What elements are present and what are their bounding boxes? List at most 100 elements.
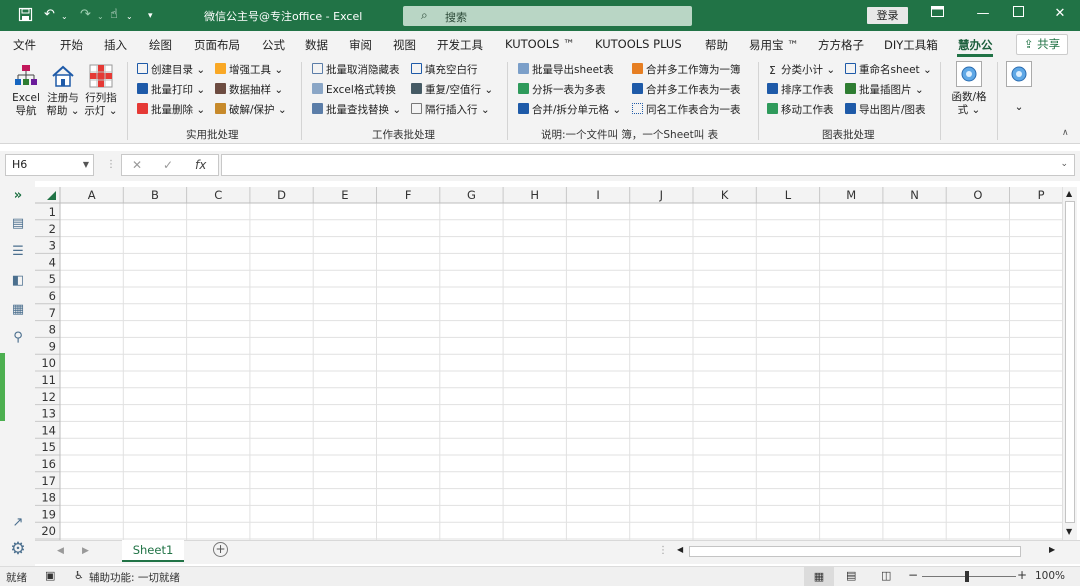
add-sheet-button[interactable]: + xyxy=(213,542,228,557)
tab-fangfang[interactable]: 方方格子 xyxy=(818,37,864,53)
column-header-H[interactable]: H xyxy=(530,188,539,202)
login-button[interactable]: 登录 xyxy=(867,7,908,24)
tab-insert[interactable]: 插入 xyxy=(104,37,127,53)
row-header-3[interactable]: 3 xyxy=(49,239,56,253)
enhance-tools-button[interactable]: 增强工具 ⌄ xyxy=(215,63,283,77)
row-header-18[interactable]: 18 xyxy=(41,491,56,505)
row-header-15[interactable]: 15 xyxy=(41,440,56,454)
share-button[interactable]: ⇪ 共享 xyxy=(1016,34,1068,55)
column-header-L[interactable]: L xyxy=(785,188,792,202)
zoom-out-icon[interactable]: − xyxy=(908,568,918,582)
formula-input[interactable]: ⌄ xyxy=(221,154,1075,176)
keyboard-icon[interactable]: ▤ xyxy=(10,217,26,231)
scroll-up-icon[interactable]: ▲ xyxy=(1066,189,1072,198)
search-box[interactable]: ⌕ 搜索 xyxy=(403,6,692,26)
find-people-icon[interactable]: ⚲ xyxy=(10,331,26,345)
row-header-12[interactable]: 12 xyxy=(41,390,56,404)
tab-formulas[interactable]: 公式 xyxy=(262,37,285,53)
table-icon[interactable]: ▦ xyxy=(10,303,26,317)
worksheet-grid[interactable]: A B C D E F G H I J K L M N O P 1 2 3 4 5 6 7 8 9 10 11 12 13 14 15 16 1… xyxy=(35,187,1062,540)
column-header-I[interactable]: I xyxy=(596,188,599,202)
touch-mode-icon[interactable]: ☝ xyxy=(110,7,118,23)
merge-split-cells-button[interactable]: 合并/拆分单元格 ⌄ xyxy=(518,103,621,117)
column-header-J[interactable]: J xyxy=(659,188,663,202)
tab-help[interactable]: 帮助 xyxy=(705,37,728,53)
tab-kutools[interactable]: KUTOOLS ™ xyxy=(505,37,575,51)
eraser-icon[interactable]: ◧ xyxy=(10,274,26,288)
row-header-2[interactable]: 2 xyxy=(49,222,56,236)
insert-images-button[interactable]: 批量插图片 ⌄ xyxy=(845,83,924,97)
row-header-10[interactable]: 10 xyxy=(41,356,56,370)
horizontal-scroll-thumb[interactable] xyxy=(689,546,1021,557)
undo-icon[interactable]: ↶ xyxy=(44,7,55,23)
export-sheets-button[interactable]: 批量导出sheet表 xyxy=(518,63,614,77)
split-table-button[interactable]: 分拆一表为多表 xyxy=(518,83,606,97)
row-header-17[interactable]: 17 xyxy=(41,474,56,488)
ribbon-display-icon[interactable] xyxy=(927,6,947,21)
cell-grid[interactable]: A B C D E F G H I J K L M N O P123456789101112131415161… xyxy=(35,187,1062,540)
move-sheets-button[interactable]: 移动工作表 xyxy=(767,103,834,117)
horizontal-scrollbar[interactable]: ◀ ▶ xyxy=(675,545,1062,558)
zoom-slider[interactable] xyxy=(922,576,1016,577)
tab-view[interactable]: 视图 xyxy=(393,37,416,53)
scroll-down-icon[interactable]: ▼ xyxy=(1066,527,1072,536)
scroll-right-icon[interactable]: ▶ xyxy=(1049,545,1055,554)
column-header-M[interactable]: M xyxy=(846,188,856,202)
column-header-B[interactable]: B xyxy=(151,188,159,202)
redo-icon[interactable]: ↷ xyxy=(80,7,91,23)
data-sample-button[interactable]: 数据抽样 ⌄ xyxy=(215,83,283,97)
name-box[interactable]: H6 ▼ xyxy=(5,154,94,176)
undo-dropdown-icon[interactable]: ⌄ xyxy=(61,9,68,25)
vertical-scrollbar[interactable]: ▲ ▼ xyxy=(1062,187,1077,540)
row-header-6[interactable]: 6 xyxy=(49,289,56,303)
zoom-level[interactable]: 100% xyxy=(1035,570,1065,582)
close-icon[interactable]: ✕ xyxy=(1050,6,1070,21)
register-help-button[interactable]: 注册与 帮助 ⌄ xyxy=(44,64,82,118)
row-header-14[interactable]: 14 xyxy=(41,423,56,437)
row-col-light-button[interactable]: 行列指 示灯 ⌄ xyxy=(82,64,120,118)
expand-formula-icon[interactable]: ⌄ xyxy=(1060,159,1068,169)
rename-sheet-button[interactable]: 重命名sheet ⌄ xyxy=(845,63,932,77)
fill-blank-rows-button[interactable]: 填充空白行 xyxy=(411,63,478,77)
column-header-F[interactable]: F xyxy=(405,188,412,202)
customize-qat-icon[interactable]: ▾ xyxy=(148,8,153,24)
column-header-G[interactable]: G xyxy=(467,188,476,202)
tab-page-layout[interactable]: 页面布局 xyxy=(194,37,240,53)
collapse-ribbon-icon[interactable]: ∧ xyxy=(1062,128,1069,138)
tab-huibangong[interactable]: 慧办公 xyxy=(958,37,993,53)
accessibility-icon[interactable]: ♿ xyxy=(74,569,84,582)
external-link-icon[interactable]: ↗ xyxy=(10,516,26,530)
row-header-13[interactable]: 13 xyxy=(41,407,56,421)
interleave-rows-button[interactable]: 隔行插入行 ⌄ xyxy=(411,103,490,117)
column-header-A[interactable]: A xyxy=(88,188,96,202)
column-header-E[interactable]: E xyxy=(341,188,348,202)
tab-yiyongbao[interactable]: 易用宝 ™ xyxy=(749,37,799,53)
tab-developer[interactable]: 开发工具 xyxy=(437,37,483,53)
accessibility-status[interactable]: 辅助功能: 一切就绪 xyxy=(89,570,180,585)
enter-icon[interactable]: ✓ xyxy=(163,158,173,172)
column-header-K[interactable]: K xyxy=(721,188,729,202)
merge-workbooks-button[interactable]: 合并多工作簿为一簿 xyxy=(632,63,741,77)
page-break-view-icon[interactable]: ◫ xyxy=(881,569,891,582)
save-icon[interactable] xyxy=(18,7,33,27)
sort-sheets-button[interactable]: 排序工作表 xyxy=(767,83,834,97)
excel-nav-button[interactable]: Excel 导航 xyxy=(8,64,44,118)
crack-protect-button[interactable]: 破解/保护 ⌄ xyxy=(215,103,287,117)
tab-diy-toolbox[interactable]: DIY工具箱 xyxy=(884,37,938,53)
tab-split-grip[interactable]: ⋮ xyxy=(658,545,668,556)
column-header-D[interactable]: D xyxy=(277,188,286,202)
normal-view-icon[interactable]: ▦ xyxy=(804,567,834,586)
row-header-1[interactable]: 1 xyxy=(49,205,56,219)
redo-dropdown-icon[interactable]: ⌄ xyxy=(97,9,104,25)
tab-review[interactable]: 审阅 xyxy=(349,37,372,53)
row-header-9[interactable]: 9 xyxy=(49,339,56,353)
merge-sheets-button[interactable]: 合并多工作表为一表 xyxy=(632,83,741,97)
row-header-8[interactable]: 8 xyxy=(49,323,56,337)
row-header-20[interactable]: 20 xyxy=(41,524,56,538)
expand-panel-icon[interactable]: » xyxy=(10,189,26,203)
prev-sheet-icon[interactable]: ◀ xyxy=(57,546,64,556)
batch-delete-button[interactable]: 批量删除 ⌄ xyxy=(137,103,205,117)
find-replace-button[interactable]: 批量查找替换 ⌄ xyxy=(312,103,401,117)
unhide-sheets-button[interactable]: 批量取消隐藏表 xyxy=(312,63,400,77)
next-sheet-icon[interactable]: ▶ xyxy=(82,546,89,556)
